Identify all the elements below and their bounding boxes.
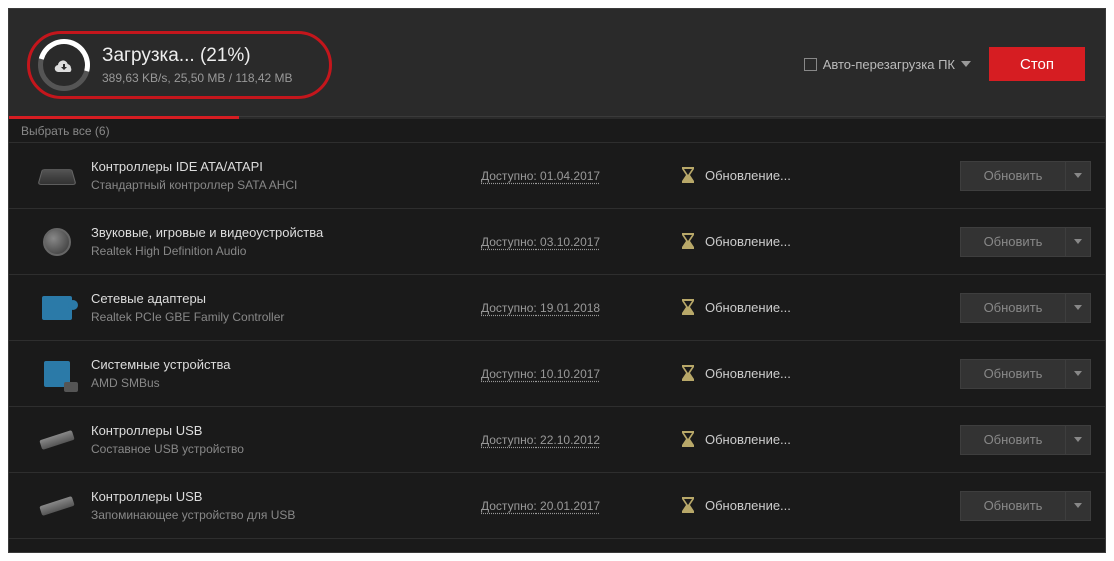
hourglass-icon — [681, 233, 695, 251]
update-button[interactable]: Обновить — [960, 491, 1065, 521]
update-status: Обновление... — [681, 431, 851, 449]
stop-button[interactable]: Стоп — [989, 47, 1085, 81]
update-dropdown[interactable] — [1065, 227, 1091, 257]
available-date-link[interactable]: Доступно: 22.10.2012 — [481, 433, 681, 447]
driver-category: Контроллеры USB — [91, 423, 481, 438]
app-window: Загрузка... (21%) 389,63 KB/s, 25,50 MB … — [8, 8, 1106, 553]
driver-row: Контроллеры USB Запоминающее устройство д… — [9, 473, 1105, 539]
driver-name: Составное USB устройство — [91, 442, 481, 456]
driver-name: AMD SMBus — [91, 376, 481, 390]
device-icon — [39, 488, 75, 524]
update-button[interactable]: Обновить — [960, 359, 1065, 389]
driver-category: Контроллеры IDE ATA/ATAPI — [91, 159, 481, 174]
available-date-link[interactable]: Доступно: 19.01.2018 — [481, 301, 681, 315]
update-button[interactable]: Обновить — [960, 293, 1065, 323]
driver-category: Контроллеры USB — [91, 489, 481, 504]
driver-row: Звуковые, игровые и видеоустройства Realt… — [9, 209, 1105, 275]
chevron-down-icon — [1074, 437, 1082, 442]
driver-row: Сетевые адаптеры Realtek PCIe GBE Family … — [9, 275, 1105, 341]
auto-restart-checkbox[interactable]: Авто-перезагрузка ПК — [804, 57, 971, 72]
header-progress-bar — [9, 116, 239, 119]
update-button[interactable]: Обновить — [960, 161, 1065, 191]
device-icon — [39, 158, 75, 194]
hourglass-icon — [681, 299, 695, 317]
driver-row: Контроллеры USB Составное USB устройствоД… — [9, 407, 1105, 473]
device-icon — [39, 422, 75, 458]
chevron-down-icon — [1074, 173, 1082, 178]
select-all-row[interactable]: Выбрать все (6) — [9, 119, 1105, 143]
device-icon — [39, 356, 75, 392]
driver-category: Звуковые, игровые и видеоустройства — [91, 225, 481, 240]
driver-row: Системные устройства AMD SMBusДоступно: 1… — [9, 341, 1105, 407]
auto-restart-label: Авто-перезагрузка ПК — [823, 57, 955, 72]
update-status: Обновление... — [681, 365, 851, 383]
driver-name: Стандартный контроллер SATA AHCI — [91, 178, 481, 192]
update-dropdown[interactable] — [1065, 161, 1091, 191]
driver-row: Контроллеры IDE ATA/ATAPI Стандартный кон… — [9, 143, 1105, 209]
device-icon — [39, 290, 75, 326]
update-status: Обновление... — [681, 299, 851, 317]
driver-category: Сетевые адаптеры — [91, 291, 481, 306]
chevron-down-icon — [961, 61, 971, 67]
update-status: Обновление... — [681, 233, 851, 251]
download-highlight: Загрузка... (21%) 389,63 KB/s, 25,50 MB … — [27, 31, 332, 99]
update-dropdown[interactable] — [1065, 359, 1091, 389]
update-status: Обновление... — [681, 167, 851, 185]
header: Загрузка... (21%) 389,63 KB/s, 25,50 MB … — [9, 9, 1105, 119]
download-progress-icon — [38, 39, 90, 91]
driver-category: Системные устройства — [91, 357, 481, 372]
chevron-down-icon — [1074, 503, 1082, 508]
cloud-download-icon — [52, 53, 76, 77]
chevron-down-icon — [1074, 371, 1082, 376]
chevron-down-icon — [1074, 305, 1082, 310]
update-button[interactable]: Обновить — [960, 425, 1065, 455]
available-date-link[interactable]: Доступно: 20.01.2017 — [481, 499, 681, 513]
hourglass-icon — [681, 431, 695, 449]
available-date-link[interactable]: Доступно: 01.04.2017 — [481, 169, 681, 183]
download-stats: 389,63 KB/s, 25,50 MB / 118,42 MB — [102, 71, 293, 85]
device-icon — [39, 224, 75, 260]
available-date-link[interactable]: Доступно: 10.10.2017 — [481, 367, 681, 381]
chevron-down-icon — [1074, 239, 1082, 244]
download-title: Загрузка... (21%) — [102, 45, 293, 67]
driver-name: Realtek High Definition Audio — [91, 244, 481, 258]
available-date-link[interactable]: Доступно: 03.10.2017 — [481, 235, 681, 249]
select-all-label: Выбрать все (6) — [21, 124, 110, 138]
update-status: Обновление... — [681, 497, 851, 515]
driver-list: Контроллеры IDE ATA/ATAPI Стандартный кон… — [9, 143, 1105, 539]
update-button[interactable]: Обновить — [960, 227, 1065, 257]
update-dropdown[interactable] — [1065, 491, 1091, 521]
hourglass-icon — [681, 497, 695, 515]
update-dropdown[interactable] — [1065, 425, 1091, 455]
hourglass-icon — [681, 365, 695, 383]
checkbox-icon — [804, 58, 817, 71]
update-dropdown[interactable] — [1065, 293, 1091, 323]
driver-name: Запоминающее устройство для USB — [91, 508, 481, 522]
driver-name: Realtek PCIe GBE Family Controller — [91, 310, 481, 324]
hourglass-icon — [681, 167, 695, 185]
